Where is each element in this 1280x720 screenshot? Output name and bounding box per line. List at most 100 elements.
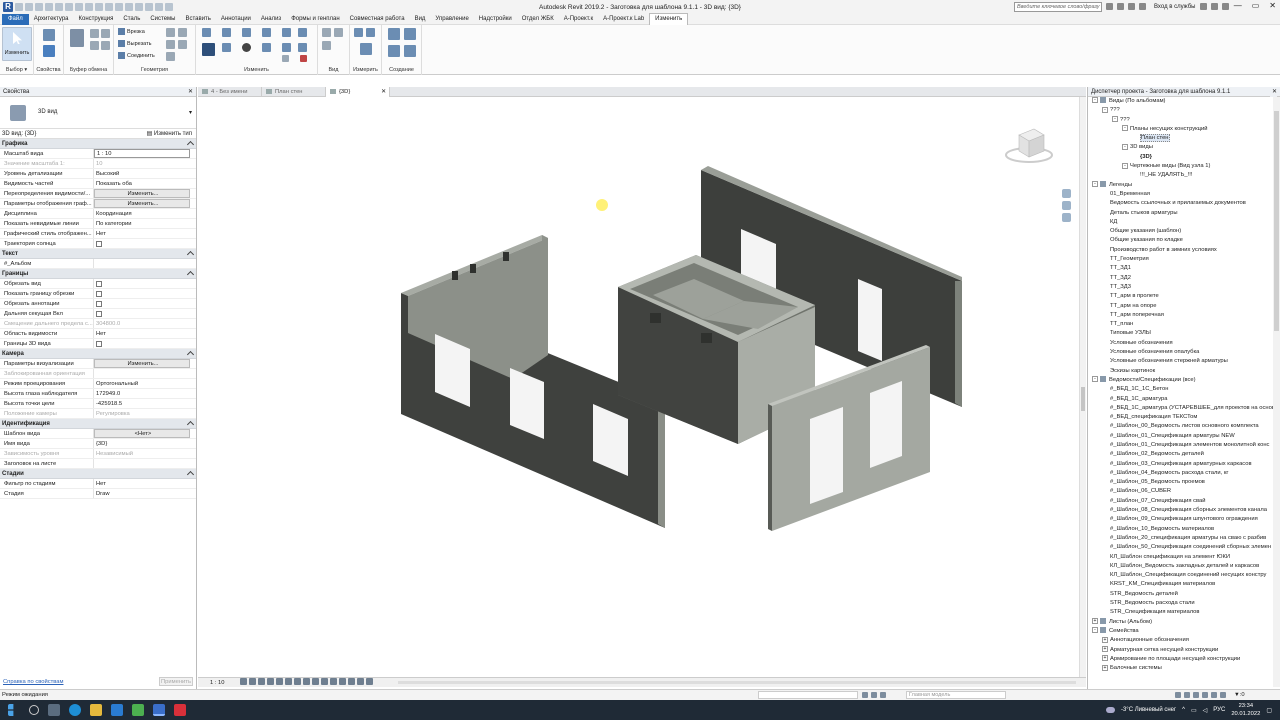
login-button[interactable]: Вход в службы xyxy=(1154,4,1196,10)
search-taskbar-icon[interactable] xyxy=(29,705,39,715)
dimension-icon[interactable] xyxy=(85,3,93,11)
star-icon[interactable] xyxy=(1128,3,1135,10)
file-explorer-icon[interactable] xyxy=(90,704,102,716)
design-options-icon[interactable] xyxy=(871,692,877,698)
expand-icon[interactable]: + xyxy=(1102,645,1108,652)
paste-icon[interactable] xyxy=(70,29,84,47)
checkbox[interactable] xyxy=(96,241,102,247)
cart-icon[interactable] xyxy=(1199,3,1207,10)
measure-element-icon[interactable] xyxy=(366,28,375,37)
property-value[interactable]: Показать оба xyxy=(94,179,196,188)
delete-icon[interactable] xyxy=(300,55,307,62)
ribbon-tab[interactable]: Формы и генплан xyxy=(286,14,344,25)
browser-tree-item[interactable]: + Балочные системы xyxy=(1088,664,1280,673)
match-properties-icon[interactable] xyxy=(90,41,99,50)
collapse-icon[interactable]: - xyxy=(1112,116,1118,123)
show-crop-icon[interactable] xyxy=(294,678,301,685)
property-checkbox-cell[interactable] xyxy=(94,279,196,288)
wall-joins-icon[interactable] xyxy=(166,28,175,37)
linework-icon[interactable] xyxy=(322,41,331,50)
collapse-icon[interactable]: - xyxy=(1102,106,1108,113)
view-scale[interactable]: 1 : 10 xyxy=(198,680,236,686)
select-by-face-icon[interactable] xyxy=(1202,692,1208,698)
checkbox[interactable] xyxy=(96,311,102,317)
trim-icon[interactable] xyxy=(262,43,271,52)
property-value[interactable]: Координация xyxy=(94,209,196,218)
browser-tree-item[interactable]: Производство работ в зимних условиях xyxy=(1088,246,1280,255)
viewport-hscroll[interactable] xyxy=(398,681,1076,684)
offset-icon[interactable] xyxy=(222,28,231,37)
browser-tree-item[interactable]: План стен xyxy=(1088,134,1280,143)
collapse-icon[interactable]: - xyxy=(1092,181,1098,188)
aligned-dimension-icon[interactable] xyxy=(360,43,372,55)
browser-scroll-thumb[interactable] xyxy=(1274,111,1279,331)
highlight-displacement-icon[interactable] xyxy=(357,678,364,685)
create-similar-icon[interactable] xyxy=(404,45,416,57)
steering-wheel-icon[interactable] xyxy=(1061,189,1071,198)
array-icon[interactable] xyxy=(282,43,291,52)
ribbon-tab[interactable]: Отдел ЖБК xyxy=(517,14,559,25)
revit-taskbar-icon[interactable] xyxy=(153,704,165,716)
viewport-vscroll[interactable] xyxy=(1079,97,1086,677)
temp-properties-icon[interactable] xyxy=(330,678,337,685)
ribbon-tab[interactable]: Файл xyxy=(2,13,29,25)
browser-tree-item[interactable]: ТТ_ЗД1 xyxy=(1088,264,1280,273)
browser-tree-item[interactable]: Эскизы картинок xyxy=(1088,367,1280,376)
tray-chevron-icon[interactable]: ^ xyxy=(1182,707,1185,713)
browser-tree-item[interactable]: STR_Спецификация материалов xyxy=(1088,608,1280,617)
browser-tree-item[interactable]: #_Шаблон_02_Ведомость деталей xyxy=(1088,450,1280,459)
override-graphics-icon[interactable] xyxy=(322,28,331,37)
browser-tree-item[interactable]: #_Шаблон_03_Спецификация арматурных карк… xyxy=(1088,460,1280,469)
cut-clipboard-icon[interactable] xyxy=(101,29,110,38)
edge-icon[interactable] xyxy=(69,704,81,716)
browser-tree-item[interactable]: #_Шаблон_04_Ведомость расхода стали, кг xyxy=(1088,469,1280,478)
cut-tool[interactable]: Вырезать xyxy=(118,40,151,47)
copy-element-icon[interactable] xyxy=(222,43,231,52)
property-value[interactable]: Нет xyxy=(94,329,196,338)
expand-icon[interactable]: + xyxy=(1092,618,1098,625)
hide-element-icon[interactable] xyxy=(334,28,343,37)
weather-icon[interactable] xyxy=(1105,707,1115,713)
property-edit-button[interactable]: <Нет> xyxy=(94,429,190,438)
exchange-icon[interactable] xyxy=(1210,3,1218,10)
search-input[interactable]: Введите ключевое слово/фразу xyxy=(1014,2,1102,12)
property-category[interactable]: Идентификация xyxy=(0,419,196,429)
analytical-model-icon[interactable] xyxy=(348,678,355,685)
collapse-icon[interactable]: - xyxy=(1092,97,1098,104)
view-cube[interactable] xyxy=(1004,125,1054,165)
browser-tree-item[interactable]: - Ведомости/Спецификации (все) xyxy=(1088,376,1280,385)
text-icon[interactable] xyxy=(105,3,113,11)
checkbox[interactable] xyxy=(96,341,102,347)
shadows-icon[interactable] xyxy=(267,678,274,685)
expand-icon[interactable]: + xyxy=(1102,655,1108,662)
browser-tree-item[interactable]: + Листы (Альбом) xyxy=(1088,618,1280,627)
browser-tree-item[interactable]: !!!_НЕ УДАЛЯТЬ_!!! xyxy=(1088,171,1280,180)
browser-tree-item[interactable]: #_ВЕД_1С_арматура xyxy=(1088,395,1280,404)
browser-tree-item[interactable]: STR_Ведомость деталей xyxy=(1088,590,1280,599)
ribbon-tab[interactable]: А-Проект.к xyxy=(559,14,598,25)
property-category[interactable]: Стадии xyxy=(0,469,196,479)
switch-windows-icon[interactable] xyxy=(155,3,163,11)
browser-tree-item[interactable]: -3D виды xyxy=(1088,143,1280,152)
clock[interactable]: 23:34 20.01.2022 xyxy=(1231,702,1260,718)
model-field[interactable]: Главная модель xyxy=(906,691,1006,699)
browser-tree-item[interactable]: Ведомость ссылочных и прилагаемых докуме… xyxy=(1088,199,1280,208)
print-icon[interactable] xyxy=(65,3,73,11)
browser-tree-item[interactable]: - Семейства xyxy=(1088,627,1280,636)
open-icon[interactable] xyxy=(15,3,23,11)
copy-icon[interactable] xyxy=(90,29,99,38)
join-tool[interactable]: Соединить xyxy=(118,52,155,59)
close-hidden-icon[interactable] xyxy=(145,3,153,11)
instance-filter[interactable]: 3D вид: {3D} ▤ Изменить тип xyxy=(0,129,196,139)
expand-icon[interactable]: + xyxy=(1102,664,1108,671)
demolish-icon[interactable] xyxy=(178,40,187,49)
browser-tree-item[interactable]: КЛ_Шаблон_Ведомость закладных деталей и … xyxy=(1088,562,1280,571)
property-value[interactable]: 172949.0 xyxy=(94,389,196,398)
browser-tree-item[interactable]: Условные обозначения xyxy=(1088,339,1280,348)
store-icon[interactable] xyxy=(132,704,144,716)
background-process-icon[interactable] xyxy=(1220,692,1226,698)
property-checkbox-cell[interactable] xyxy=(94,239,196,248)
collapse-icon[interactable]: - xyxy=(1092,627,1098,634)
section-icon[interactable] xyxy=(125,3,133,11)
align-icon[interactable] xyxy=(202,28,211,37)
